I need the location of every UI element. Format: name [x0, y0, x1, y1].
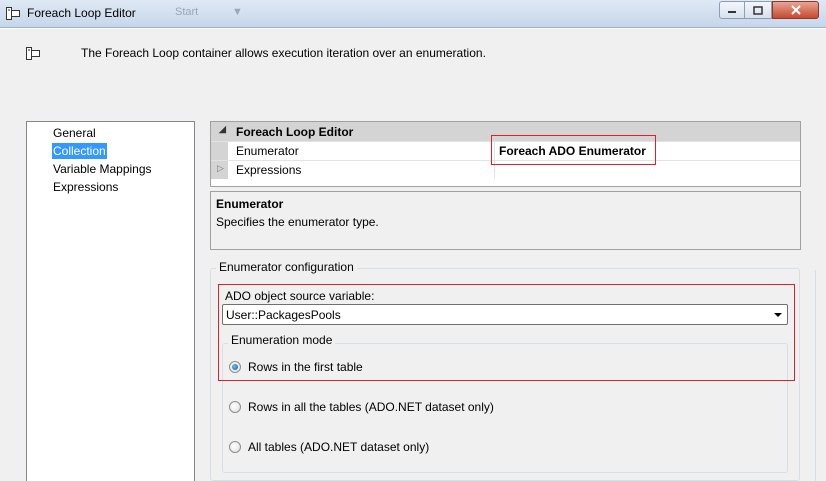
mode-radio-all-tables-rows[interactable]: [229, 401, 241, 413]
close-icon: [790, 5, 801, 15]
description-pane: Enumerator Specifies the enumerator type…: [210, 191, 801, 250]
source-variable-value: User::PackagesPools: [226, 308, 341, 322]
title-bar: Foreach Loop Editor Start ▼: [0, 0, 826, 28]
nav-item-general[interactable]: General: [52, 125, 97, 141]
enumerator-config-label: Enumerator configuration: [216, 260, 357, 274]
mode-label-all-tables[interactable]: All tables (ADO.NET dataset only): [248, 440, 429, 454]
expand-icon[interactable]: ▷: [217, 164, 224, 174]
row-gutter: [211, 142, 228, 160]
property-name: Enumerator: [236, 144, 299, 158]
description-text: Specifies the enumerator type.: [216, 215, 379, 229]
mode-radio-first-table[interactable]: [229, 361, 241, 373]
enumeration-mode-label: Enumeration mode: [228, 333, 336, 347]
page-nav: General Collection Variable Mappings Exp…: [26, 121, 195, 481]
foreach-loop-icon: [6, 7, 20, 20]
ghost-text-start: Start: [175, 6, 199, 18]
mode-label-first-table[interactable]: Rows in the first table: [248, 360, 363, 374]
property-name: Expressions: [236, 163, 302, 177]
minimize-button[interactable]: [719, 1, 745, 19]
nav-item-collection[interactable]: Collection: [52, 143, 107, 159]
minimize-icon: [728, 11, 736, 13]
source-variable-label: ADO object source variable:: [225, 289, 375, 303]
description-title: Enumerator: [216, 197, 284, 211]
collapse-icon: ◢: [219, 124, 226, 134]
window-title: Foreach Loop Editor: [27, 6, 136, 20]
foreach-loop-icon: [26, 47, 40, 60]
property-value[interactable]: Foreach ADO Enumerator: [499, 144, 646, 158]
column-divider: [494, 142, 495, 160]
close-button[interactable]: [772, 1, 819, 19]
column-divider: [494, 161, 495, 179]
nav-item-variable-mappings[interactable]: Variable Mappings: [52, 161, 153, 177]
divider: [815, 270, 816, 481]
maximize-button[interactable]: [745, 1, 772, 19]
grid-row-enumerator[interactable]: Enumerator Foreach ADO Enumerator: [211, 141, 800, 160]
header-description: The Foreach Loop container allows execut…: [81, 46, 486, 60]
maximize-icon: [753, 5, 763, 15]
grid-row-expressions[interactable]: ▷ Expressions: [211, 160, 800, 179]
source-variable-select[interactable]: User::PackagesPools: [222, 304, 788, 325]
grid-category[interactable]: ◢ Foreach Loop Editor: [211, 122, 800, 141]
mode-label-all-tables-rows[interactable]: Rows in all the tables (ADO.NET dataset …: [248, 400, 494, 414]
ghost-arrow: ▼: [232, 6, 243, 18]
grid-category-label: Foreach Loop Editor: [236, 125, 354, 139]
chevron-down-icon: [774, 313, 782, 317]
property-grid: ◢ Foreach Loop Editor Enumerator Foreach…: [210, 121, 801, 187]
nav-item-expressions[interactable]: Expressions: [52, 179, 119, 195]
header-panel: The Foreach Loop container allows execut…: [0, 28, 826, 118]
mode-radio-all-tables[interactable]: [229, 441, 241, 453]
